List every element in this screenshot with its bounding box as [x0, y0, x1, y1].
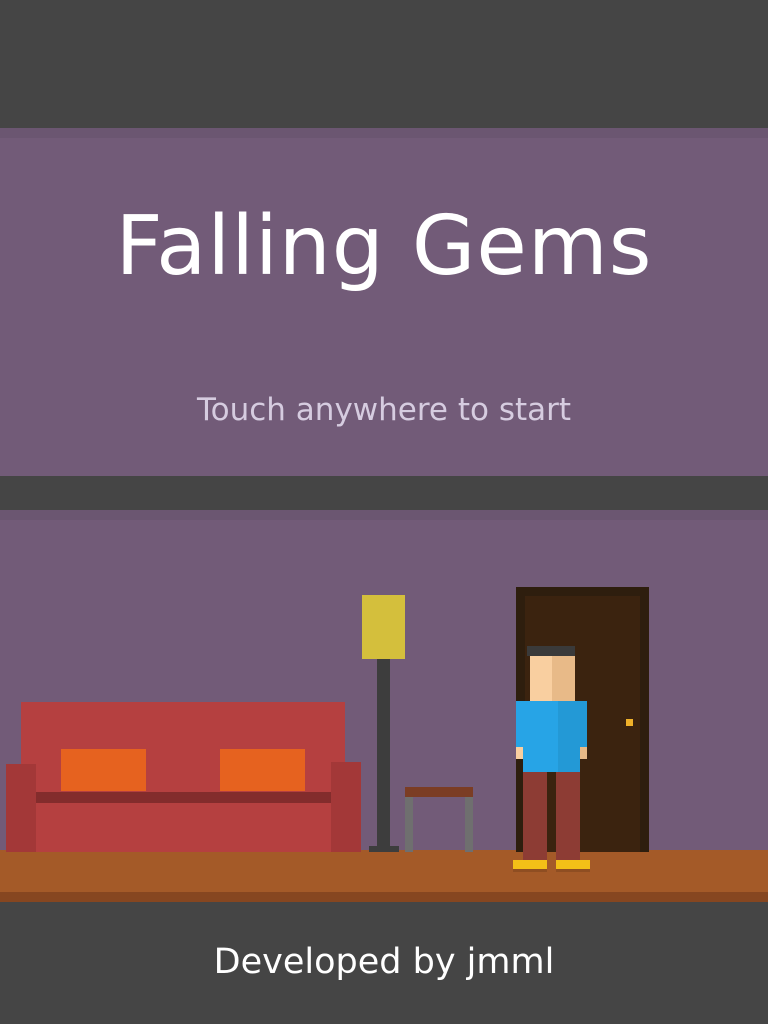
player-arm-left — [516, 701, 523, 747]
player-leg-right — [556, 772, 580, 860]
sofa-seat — [36, 792, 331, 803]
player-hand-right — [580, 747, 587, 759]
player-shoe-right — [556, 860, 590, 869]
start-prompt[interactable]: Touch anywhere to start — [0, 385, 768, 435]
floor-lamp-pole — [377, 659, 390, 849]
sofa-base — [36, 803, 331, 852]
player-shoe-left — [513, 860, 547, 869]
player-face — [530, 654, 552, 701]
room-scene-top-edge — [0, 510, 768, 520]
side-table-top — [405, 787, 473, 797]
game-title: Falling Gems — [115, 199, 653, 294]
side-table-leg-left — [405, 797, 413, 852]
sofa-cushion-right — [220, 749, 305, 791]
player-shadow-left — [513, 869, 547, 872]
player-arm-right — [580, 701, 587, 747]
player-torso-shade — [558, 701, 580, 772]
sofa-cushion-left — [61, 749, 146, 791]
player-face-shade — [552, 654, 575, 701]
player-leg-left — [523, 772, 547, 860]
floor-lamp-shade — [362, 595, 405, 659]
game-screen[interactable]: Falling Gems Touch anywhere to start Dev… — [0, 0, 768, 1024]
floor-lamp-base — [369, 846, 399, 852]
title-panel-top-edge — [0, 128, 768, 138]
floor — [0, 850, 768, 892]
sofa-arm-right — [331, 762, 361, 852]
player-hair — [527, 646, 575, 656]
floor-edge — [0, 892, 768, 902]
developer-credits: Developed by jmml — [213, 942, 555, 982]
door-knob — [626, 719, 633, 726]
sofa-arm-left — [6, 764, 36, 852]
player-shadow-right — [556, 869, 590, 872]
side-table-leg-right — [465, 797, 473, 852]
player-hand-left — [516, 747, 523, 759]
